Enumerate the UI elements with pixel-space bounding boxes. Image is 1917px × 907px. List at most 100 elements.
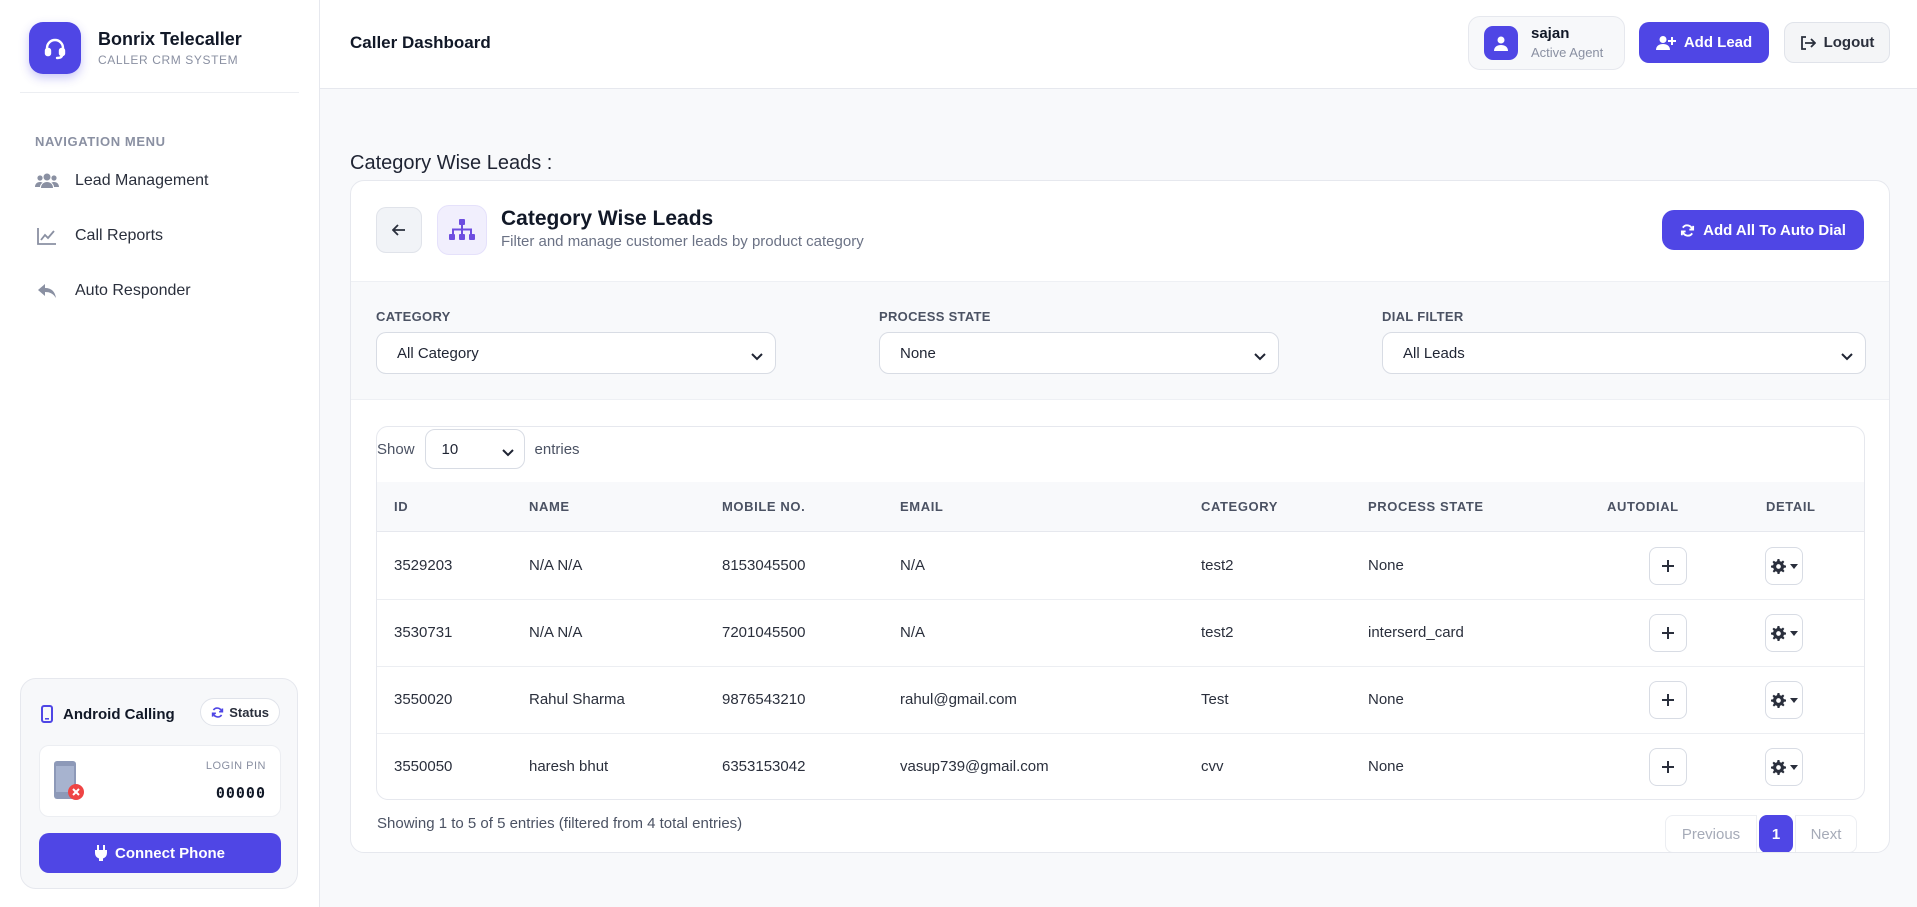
cell-email: rahul@gmail.com [900, 691, 1017, 708]
chevron-down-icon [1841, 348, 1853, 365]
user-name: sajan [1531, 25, 1570, 42]
card-header: Category Wise Leads Filter and manage cu… [351, 181, 1889, 281]
caret-down-icon [1789, 764, 1798, 770]
pagination-next[interactable]: Next [1795, 815, 1857, 852]
user-role: Active Agent [1531, 45, 1604, 60]
chart-line-icon [35, 227, 59, 245]
column-header-email[interactable]: EMAIL [900, 499, 943, 514]
caret-down-icon [1789, 563, 1798, 569]
cell-id: 3530731 [394, 624, 453, 641]
dial-filter-select[interactable]: All Leads [1382, 332, 1866, 374]
process-state-select-value: None [900, 344, 936, 362]
cell-name: N/A N/A [529, 624, 583, 641]
refresh-icon [1680, 223, 1695, 238]
column-header-autodial[interactable]: AUTODIAL [1607, 499, 1679, 514]
cell-category: cvv [1201, 758, 1224, 775]
gear-icon [1770, 558, 1786, 574]
add-to-autodial-button[interactable] [1649, 614, 1687, 652]
column-header-name[interactable]: NAME [529, 499, 570, 514]
nav-heading: NAVIGATION MENU [35, 134, 166, 149]
android-calling-card: Android Calling Status LOGIN PIN 00000 C… [20, 678, 298, 889]
cell-mobile: 8153045500 [722, 557, 806, 574]
gear-icon [1770, 625, 1786, 641]
cell-process-state: None [1368, 691, 1404, 708]
cell-email: N/A [900, 624, 926, 641]
plus-icon [1662, 694, 1674, 706]
brand: Bonrix Telecaller CALLER CRM SYSTEM [29, 22, 242, 74]
process-state-select[interactable]: None [879, 332, 1279, 374]
pagination-page-1[interactable]: 1 [1759, 815, 1793, 852]
add-to-autodial-button[interactable] [1649, 748, 1687, 786]
plus-icon [1662, 560, 1674, 572]
add-to-autodial-button[interactable] [1649, 681, 1687, 719]
connect-phone-button[interactable]: Connect Phone [39, 833, 281, 873]
cell-mobile: 7201045500 [722, 624, 806, 641]
cell-category: test2 [1201, 624, 1234, 641]
column-header-category[interactable]: CATEGORY [1201, 499, 1278, 514]
gear-icon [1770, 692, 1786, 708]
cell-id: 3550050 [394, 758, 453, 775]
category-select-value: All Category [397, 344, 479, 362]
category-select[interactable]: All Category [376, 332, 776, 374]
detail-dropdown-button[interactable] [1765, 681, 1803, 719]
detail-dropdown-button[interactable] [1765, 748, 1803, 786]
sidebar-item-label: Call Reports [75, 227, 164, 244]
android-calling-title: Android Calling [63, 705, 175, 723]
cell-id: 3529203 [394, 557, 453, 574]
login-pin-box: LOGIN PIN 00000 [39, 745, 281, 817]
logout-icon [1800, 35, 1816, 50]
cell-process-state: None [1368, 758, 1404, 775]
column-header-mobile[interactable]: MOBILE NO. [722, 499, 805, 514]
cell-process-state: interserd_card [1368, 624, 1464, 641]
connect-phone-label: Connect Phone [114, 844, 225, 862]
card-title: Category Wise Leads [501, 207, 714, 230]
back-button[interactable] [376, 207, 422, 253]
user-avatar-icon [1484, 26, 1518, 60]
entries-length-select[interactable]: 10 [424, 429, 525, 469]
phone-disconnected-icon [52, 760, 86, 807]
table-row: 3529203 N/A N/A 8153045500 N/A test2 Non… [377, 533, 1864, 600]
sidebar-item-call-reports[interactable]: Call Reports [35, 227, 163, 245]
add-all-to-auto-dial-button[interactable]: Add All To Auto Dial [1662, 210, 1864, 250]
sidebar-item-label: Auto Responder [75, 282, 191, 299]
auto-dial-label: Add All To Auto Dial [1703, 221, 1846, 239]
dial-filter-select-value: All Leads [1403, 344, 1465, 362]
headset-icon [29, 22, 81, 74]
login-pin-label: LOGIN PIN [205, 760, 266, 772]
entries-length-control: Show 10 entries [377, 427, 580, 471]
chevron-down-icon [1254, 348, 1266, 365]
column-header-detail[interactable]: DETAIL [1766, 499, 1816, 514]
column-header-id[interactable]: ID [394, 499, 408, 514]
sidebar: Bonrix Telecaller CALLER CRM SYSTEM NAVI… [0, 0, 320, 907]
cell-mobile: 9876543210 [722, 691, 806, 708]
cell-id: 3550020 [394, 691, 453, 708]
column-header-process-state[interactable]: PROCESS STATE [1368, 499, 1484, 514]
table-row: 3530731 N/A N/A 7201045500 N/A test2 int… [377, 600, 1864, 667]
detail-dropdown-button[interactable] [1765, 614, 1803, 652]
caret-down-icon [1789, 630, 1798, 636]
add-to-autodial-button[interactable] [1649, 547, 1687, 585]
pagination-previous[interactable]: Previous [1665, 815, 1757, 852]
filters-bar: CATEGORY All Category PROCESS STATE None… [351, 281, 1889, 400]
detail-dropdown-button[interactable] [1765, 547, 1803, 585]
pagination: Previous 1 Next [1665, 815, 1857, 852]
table-header: ID NAME MOBILE NO. EMAIL CATEGORY PROCES… [377, 482, 1864, 532]
status-button[interactable]: Status [200, 698, 280, 726]
user-plus-icon [1655, 35, 1676, 51]
cell-name: Rahul Sharma [529, 691, 625, 708]
table-row: 3550020 Rahul Sharma 9876543210 rahul@gm… [377, 667, 1864, 734]
dial-filter-label: DIAL FILTER [1382, 309, 1464, 324]
card-subtitle: Filter and manage customer leads by prod… [501, 233, 864, 250]
reply-icon [35, 282, 59, 300]
user-chip[interactable]: sajan Active Agent [1468, 16, 1625, 70]
topbar: Caller Dashboard sajan Active Agent Add … [320, 0, 1917, 89]
entries-label: entries [534, 440, 580, 458]
add-lead-button[interactable]: Add Lead [1639, 22, 1769, 63]
sidebar-item-label: Lead Management [75, 172, 209, 189]
logout-button[interactable]: Logout [1784, 22, 1890, 63]
plus-icon [1662, 761, 1674, 773]
sidebar-item-lead-management[interactable]: Lead Management [35, 172, 208, 190]
login-pin-value: 00000 [215, 784, 266, 802]
refresh-icon [211, 706, 224, 719]
sidebar-item-auto-responder[interactable]: Auto Responder [35, 282, 191, 300]
